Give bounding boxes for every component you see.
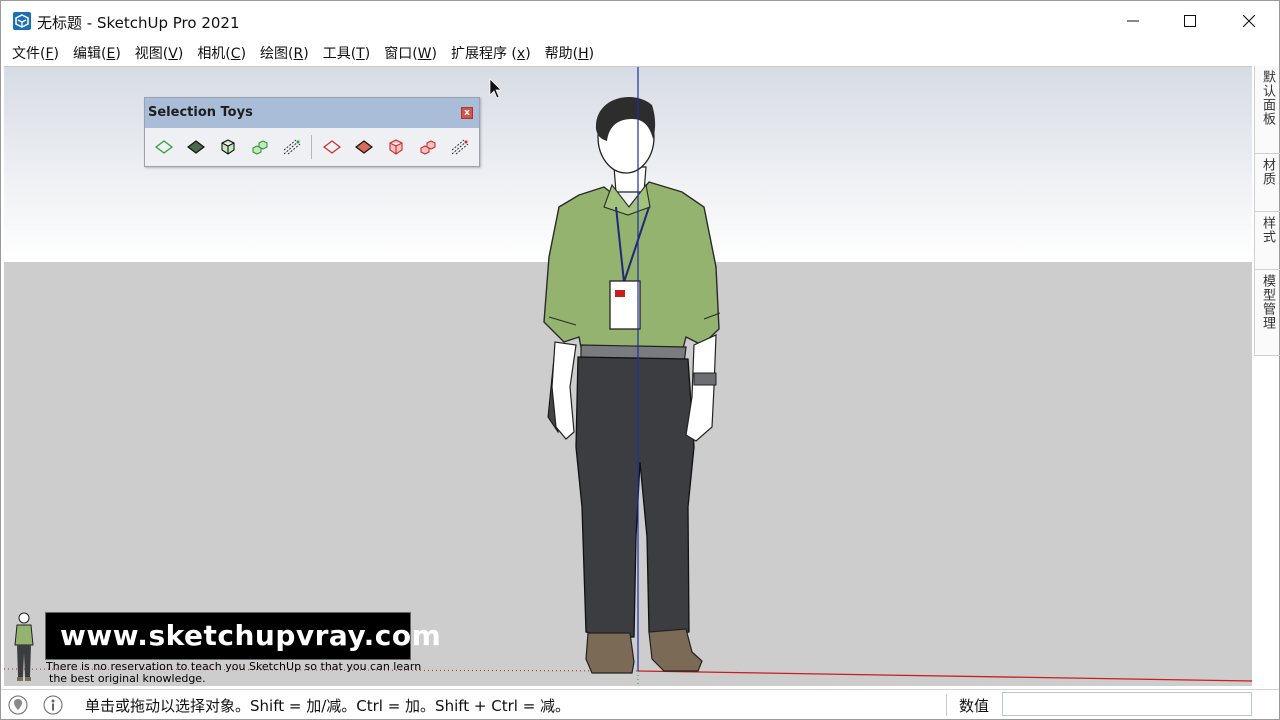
red-axis bbox=[637, 670, 1252, 682]
minimize-icon bbox=[1127, 20, 1139, 22]
maximize-button[interactable] bbox=[1161, 1, 1219, 41]
sketchup-window: 无标题 - SketchUp Pro 2021 文件(F) 编辑(E) 视图(V… bbox=[0, 0, 1280, 720]
watermark-tagline-2: the best original knowledge. bbox=[49, 672, 206, 685]
menu-bar: 文件(F) 编辑(E) 视图(V) 相机(C) 绘图(R) 工具(T) 窗口(W… bbox=[1, 41, 1279, 65]
watermark-url: www.sketchupvray.com bbox=[60, 619, 442, 652]
select-faces-filled-button[interactable] bbox=[183, 134, 209, 160]
select-faces-filled-green-icon bbox=[187, 140, 205, 154]
scale-figure-person[interactable] bbox=[543, 97, 721, 674]
watermark-url-box: www.sketchupvray.com bbox=[45, 612, 441, 660]
close-icon bbox=[1243, 15, 1255, 27]
deselect-faces-button[interactable] bbox=[319, 134, 345, 160]
window-title: 无标题 - SketchUp Pro 2021 bbox=[37, 14, 240, 32]
select-components-green-icon bbox=[252, 140, 268, 155]
watermark-person-icon bbox=[14, 612, 34, 681]
menu-draw[interactable]: 绘图(R) bbox=[253, 43, 316, 63]
menu-edit[interactable]: 编辑(E) bbox=[66, 43, 128, 63]
geo-location-icon[interactable] bbox=[8, 695, 28, 715]
menu-extensions[interactable]: 扩展程序 (x) bbox=[444, 43, 538, 63]
toolbar-title: Selection Toys bbox=[148, 105, 253, 120]
deselect-groups-red-icon bbox=[389, 139, 403, 155]
tray-tab-default-panel[interactable]: 默认面板 bbox=[1255, 66, 1280, 154]
id-badge bbox=[609, 280, 641, 330]
select-faces-green-icon bbox=[155, 140, 173, 154]
menu-window[interactable]: 窗口(W) bbox=[377, 43, 444, 63]
watermark-banner: www.sketchupvray.com There is no reserva… bbox=[9, 611, 441, 686]
select-edges-button[interactable] bbox=[279, 134, 305, 160]
menu-file[interactable]: 文件(F) bbox=[5, 43, 66, 63]
tray-tab-styles[interactable]: 样式 bbox=[1255, 212, 1280, 270]
deselect-edges-button[interactable] bbox=[447, 134, 473, 160]
menu-camera[interactable]: 相机(C) bbox=[190, 43, 253, 63]
selection-toys-toolbar: Selection Toys x bbox=[144, 97, 480, 167]
select-edges-green-icon bbox=[283, 139, 301, 155]
status-separator bbox=[946, 694, 947, 716]
info-icon[interactable] bbox=[43, 695, 63, 715]
deselect-components-button[interactable] bbox=[415, 134, 441, 160]
select-groups-button[interactable] bbox=[215, 134, 241, 160]
mouse-cursor-icon bbox=[489, 78, 502, 99]
maximize-icon bbox=[1184, 15, 1196, 27]
deselect-faces-filled-red-icon bbox=[355, 140, 373, 154]
select-faces-button[interactable] bbox=[151, 134, 177, 160]
deselect-groups-button[interactable] bbox=[383, 134, 409, 160]
measurements-input[interactable] bbox=[1002, 692, 1252, 716]
toolbar-separator bbox=[311, 135, 312, 159]
tray-tab-outliner[interactable]: 模型管理 bbox=[1255, 270, 1280, 356]
toolbar-close-button[interactable]: x bbox=[461, 107, 473, 119]
deselect-faces-red-icon bbox=[323, 140, 341, 154]
menu-view[interactable]: 视图(V) bbox=[128, 43, 191, 63]
default-tray: 默认面板 材质 样式 模型管理 bbox=[1254, 66, 1280, 356]
title-bar: 无标题 - SketchUp Pro 2021 bbox=[1, 1, 1279, 41]
measurements-label: 数值 bbox=[959, 697, 990, 715]
menu-tools[interactable]: 工具(T) bbox=[316, 43, 378, 63]
tray-tab-materials[interactable]: 材质 bbox=[1255, 154, 1280, 212]
menu-help[interactable]: 帮助(H) bbox=[538, 43, 601, 63]
deselect-edges-red-icon bbox=[451, 139, 469, 155]
close-icon: x bbox=[464, 107, 470, 118]
select-components-button[interactable] bbox=[247, 134, 273, 160]
status-bar: 单击或拖动以选择对象。Shift = 加/减。Ctrl = 加。Shift + … bbox=[1, 689, 1279, 719]
sketchup-logo-icon bbox=[13, 12, 31, 30]
deselect-components-red-icon bbox=[420, 140, 436, 155]
close-button[interactable] bbox=[1220, 1, 1278, 41]
status-hint-text: 单击或拖动以选择对象。Shift = 加/减。Ctrl = 加。Shift + … bbox=[85, 697, 571, 715]
select-groups-green-icon bbox=[221, 139, 235, 155]
toolbar-title-bar[interactable]: Selection Toys x bbox=[145, 98, 479, 128]
minimize-button[interactable] bbox=[1104, 1, 1162, 41]
deselect-faces-filled-button[interactable] bbox=[351, 134, 377, 160]
